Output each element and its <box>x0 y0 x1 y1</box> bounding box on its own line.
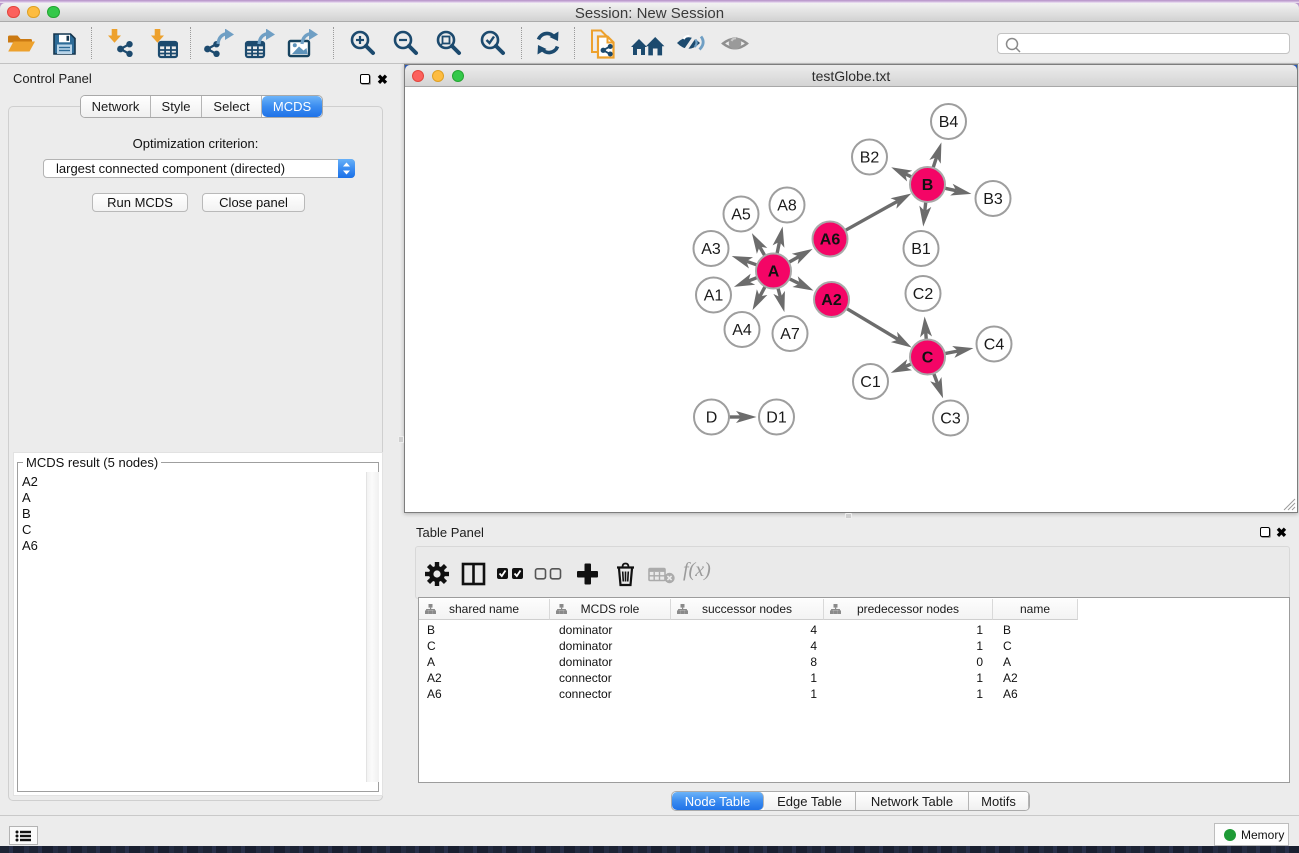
svg-text:C2: C2 <box>913 286 934 303</box>
svg-text:A1: A1 <box>704 288 724 305</box>
svg-text:C1: C1 <box>860 374 881 391</box>
svg-text:C: C <box>922 350 934 367</box>
svg-text:A7: A7 <box>780 326 800 343</box>
svg-text:A3: A3 <box>701 241 721 258</box>
svg-text:A6: A6 <box>820 232 841 249</box>
svg-text:A4: A4 <box>732 322 752 339</box>
svg-text:A2: A2 <box>821 292 842 309</box>
svg-text:B4: B4 <box>939 114 959 131</box>
svg-text:B: B <box>922 177 934 194</box>
svg-text:D: D <box>706 410 718 427</box>
svg-text:A5: A5 <box>731 207 751 224</box>
svg-text:A8: A8 <box>777 198 797 215</box>
svg-text:B1: B1 <box>911 241 931 258</box>
svg-text:C4: C4 <box>984 337 1005 354</box>
svg-text:B2: B2 <box>860 150 880 167</box>
svg-text:C3: C3 <box>940 411 961 428</box>
svg-text:D1: D1 <box>766 410 787 427</box>
svg-text:A: A <box>768 264 780 281</box>
svg-text:B3: B3 <box>983 191 1003 208</box>
